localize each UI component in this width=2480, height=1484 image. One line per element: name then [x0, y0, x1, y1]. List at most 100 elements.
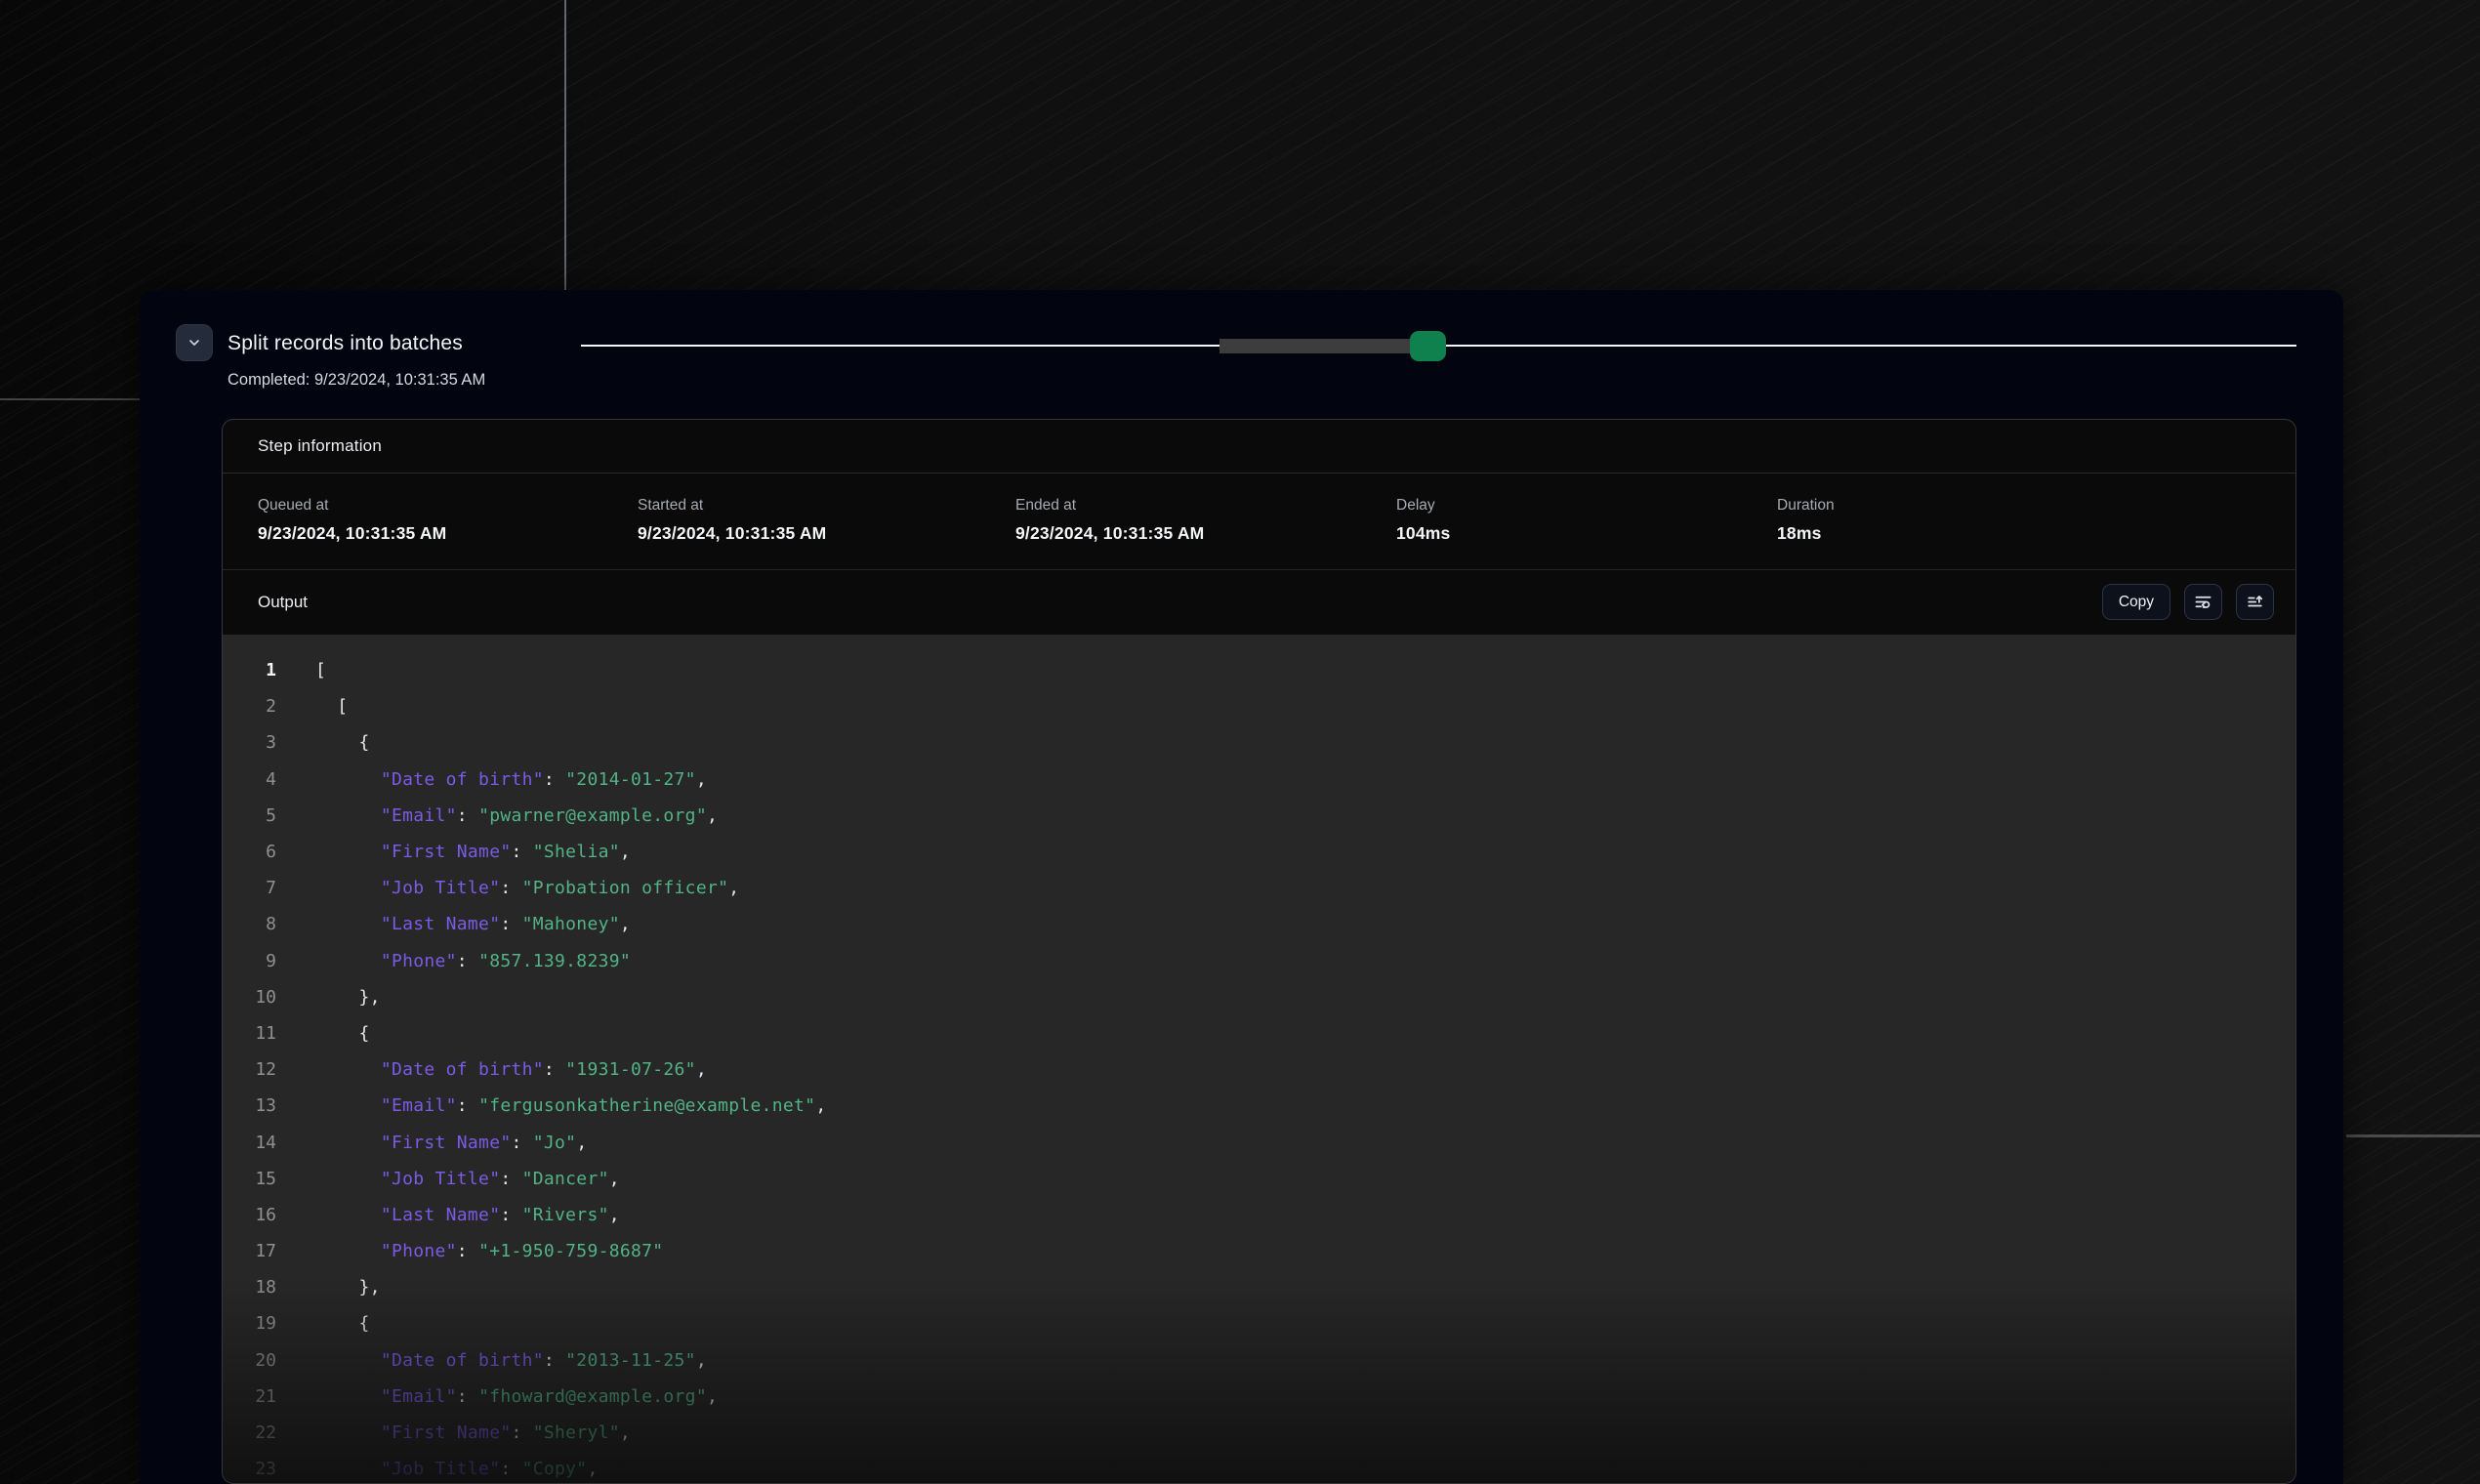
step-status-text: Completed: 9/23/2024, 10:31:35 AM [227, 371, 485, 390]
code-line: 18 }, [223, 1269, 2295, 1305]
line-number: 14 [223, 1133, 276, 1153]
code-line: 11 { [223, 1015, 2295, 1051]
code-line-text: "Date of birth": "1931-07-26", [315, 1059, 707, 1080]
code-line: 3 { [223, 724, 2295, 761]
code-line: 22 "First Name": "Sheryl", [223, 1415, 2295, 1451]
line-number: 6 [223, 842, 276, 862]
code-line-text: "Job Title": "Copy", [315, 1459, 599, 1479]
line-number: 23 [223, 1459, 276, 1479]
code-line: 10 }, [223, 979, 2295, 1015]
line-number: 4 [223, 769, 276, 790]
scroll-to-top-button[interactable] [2236, 584, 2274, 620]
line-number: 17 [223, 1241, 276, 1261]
step-information-title: Step information [258, 436, 382, 456]
line-number: 19 [223, 1313, 276, 1334]
step-run-header: Split records into batches Completed: 9/… [140, 290, 2343, 419]
meta-value: 9/23/2024, 10:31:35 AM [638, 523, 1015, 544]
collapse-step-button[interactable] [176, 324, 213, 361]
step-meta-field: Ended at9/23/2024, 10:31:35 AM [1015, 497, 1396, 569]
meta-label: Duration [1777, 497, 2295, 515]
code-line-text: "Email": "fergusonkatherine@example.net"… [315, 1095, 826, 1116]
output-toolbar: Output Copy [223, 570, 2295, 634]
line-number: 13 [223, 1095, 276, 1116]
code-line: 16 "Last Name": "Rivers", [223, 1197, 2295, 1233]
step-meta-row: Queued at9/23/2024, 10:31:35 AMStarted a… [223, 474, 2295, 570]
code-line-text: "First Name": "Shelia", [315, 842, 631, 862]
step-meta-field: Duration 18ms [1777, 497, 2295, 569]
code-line-text: "Email": "fhoward@example.org", [315, 1386, 718, 1407]
run-timeline-scrubber[interactable] [581, 329, 2296, 362]
code-line: 20 "Date of birth": "2013-11-25", [223, 1342, 2295, 1379]
step-meta-field: Delay 104ms [1396, 497, 1777, 569]
code-line: 15 "Job Title": "Dancer", [223, 1161, 2295, 1197]
code-line: 1[ [223, 652, 2295, 688]
code-line: 19 { [223, 1305, 2295, 1341]
line-number: 9 [223, 951, 276, 971]
code-line: 23 "Job Title": "Copy", [223, 1451, 2295, 1483]
code-line-text: "First Name": "Jo", [315, 1133, 587, 1153]
line-number: 2 [223, 696, 276, 717]
background-horizontal-line-left [0, 398, 140, 400]
meta-label: Queued at [258, 497, 638, 515]
background-horizontal-line-right [2346, 1134, 2480, 1137]
code-line: 12 "Date of birth": "1931-07-26", [223, 1051, 2295, 1088]
wrap-text-button[interactable] [2184, 584, 2222, 620]
code-line-text: [ [315, 696, 348, 717]
chevron-down-icon [186, 335, 202, 350]
meta-value: 9/23/2024, 10:31:35 AM [258, 523, 638, 544]
scroll-to-top-icon [2246, 593, 2264, 611]
code-line: 8 "Last Name": "Mahoney", [223, 906, 2295, 942]
line-number: 10 [223, 987, 276, 1008]
meta-label: Delay [1396, 497, 1777, 515]
code-line: 5 "Email": "pwarner@example.org", [223, 798, 2295, 834]
code-line-text: }, [315, 1277, 381, 1298]
scrubber-handle[interactable] [1410, 331, 1446, 361]
line-number: 15 [223, 1169, 276, 1189]
step-meta-field: Started at 9/23/2024, 10:31:35 AM [638, 497, 1015, 569]
code-line: 9 "Phone": "857.139.8239" [223, 943, 2295, 979]
code-line-text: "First Name": "Sheryl", [315, 1422, 631, 1443]
code-line: 14 "First Name": "Jo", [223, 1124, 2295, 1160]
line-number: 21 [223, 1386, 276, 1407]
step-run-details-panel: Split records into batches Completed: 9/… [140, 290, 2343, 1484]
line-number: 22 [223, 1422, 276, 1443]
output-title: Output [258, 593, 308, 612]
step-meta-field: Queued at 9/23/2024, 10:31:35 AM [258, 497, 638, 569]
code-line-text: "Job Title": "Dancer", [315, 1169, 620, 1189]
code-line-text: "Date of birth": "2013-11-25", [315, 1350, 707, 1371]
step-title: Split records into batches [227, 332, 463, 355]
code-line: 13 "Email": "fergusonkatherine@example.n… [223, 1088, 2295, 1124]
line-number: 7 [223, 878, 276, 898]
code-line-text: "Phone": "+1-950-759-8687" [315, 1241, 663, 1261]
code-line-text: { [315, 1313, 370, 1334]
output-code-viewer[interactable]: 1[2 [3 {4 "Date of birth": "2014-01-27",… [223, 635, 2295, 1483]
meta-value: 104ms [1396, 523, 1777, 544]
code-line-text: "Email": "pwarner@example.org", [315, 805, 718, 826]
meta-label: Started at [638, 497, 1015, 515]
meta-value: 18ms [1777, 523, 2295, 544]
line-number: 1 [223, 660, 276, 680]
line-number: 3 [223, 732, 276, 753]
line-number: 12 [223, 1059, 276, 1080]
line-number: 20 [223, 1350, 276, 1371]
line-number: 5 [223, 805, 276, 826]
code-line-text: { [315, 732, 370, 753]
code-line-text: "Date of birth": "2014-01-27", [315, 769, 707, 790]
code-lines: 1[2 [3 {4 "Date of birth": "2014-01-27",… [223, 652, 2295, 1483]
meta-value: 9/23/2024, 10:31:35 AM [1015, 523, 1396, 544]
code-line: 21 "Email": "fhoward@example.org", [223, 1379, 2295, 1415]
code-line: 2 [ [223, 688, 2295, 724]
code-line: 7 "Job Title": "Probation officer", [223, 870, 2295, 906]
line-number: 11 [223, 1023, 276, 1044]
code-line-text: [ [315, 660, 326, 680]
output-actions: Copy [2102, 584, 2274, 620]
step-information-card: Step information Queued at9/23/2024, 10:… [222, 419, 2296, 1484]
copy-button[interactable]: Copy [2102, 584, 2170, 620]
background-vertical-line [564, 0, 566, 290]
code-line: 6 "First Name": "Shelia", [223, 834, 2295, 870]
code-line: 4 "Date of birth": "2014-01-27", [223, 762, 2295, 798]
code-line-text: }, [315, 987, 381, 1008]
line-number: 8 [223, 914, 276, 934]
line-number: 18 [223, 1277, 276, 1298]
code-line-text: "Job Title": "Probation officer", [315, 878, 739, 898]
